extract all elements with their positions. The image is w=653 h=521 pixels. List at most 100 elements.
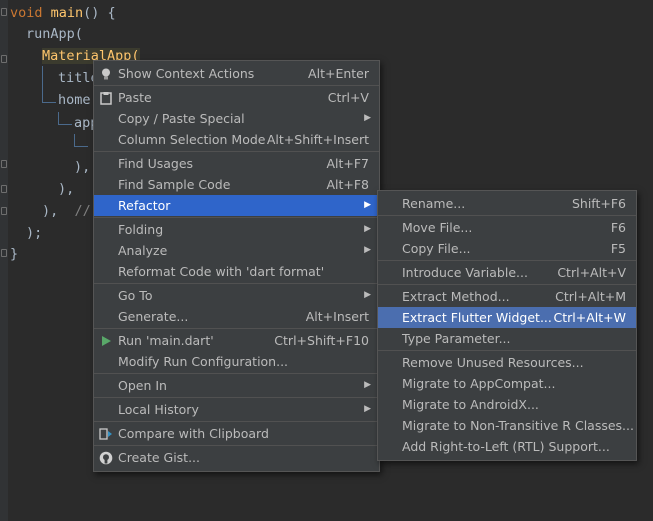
menu-item-modify-run-configuration[interactable]: Modify Run Configuration...	[94, 351, 379, 372]
menu-separator	[94, 328, 379, 329]
compare-icon	[99, 426, 113, 440]
menu-item-run-main-dart[interactable]: Run 'main.dart' Ctrl+Shift+F10	[94, 330, 379, 351]
menu-item-label: Analyze	[118, 243, 168, 258]
code-line: home	[58, 92, 91, 108]
menu-item-open-in[interactable]: Open In ▶	[94, 375, 379, 396]
menu-separator	[94, 85, 379, 86]
menu-item-folding[interactable]: Folding ▶	[94, 219, 379, 240]
submenu-arrow-icon: ▶	[364, 245, 371, 255]
lightbulb-icon	[99, 66, 113, 80]
menu-item-compare-with-clipboard[interactable]: Compare with Clipboard	[94, 423, 379, 444]
menu-item-label: Extract Flutter Widget...	[402, 310, 552, 325]
menu-item-label: Show Context Actions	[118, 66, 255, 81]
fold-marker-icon[interactable]	[1, 185, 7, 193]
menu-separator	[94, 151, 379, 152]
menu-item-shortcut: F5	[610, 241, 626, 256]
menu-item-label: Copy / Paste Special	[118, 111, 245, 126]
menu-item-shortcut: Alt+F7	[326, 156, 369, 171]
menu-separator	[378, 215, 636, 216]
submenu-arrow-icon: ▶	[364, 224, 371, 234]
menu-item-label: Introduce Variable...	[402, 265, 528, 280]
menu-item-extract-flutter-widget[interactable]: Extract Flutter Widget... Ctrl+Alt+W	[378, 307, 636, 328]
fold-marker-icon[interactable]	[1, 8, 7, 16]
code-line: runApp(	[26, 26, 83, 42]
menu-item-label: Refactor	[118, 198, 171, 213]
menu-item-migrate-to-androidx[interactable]: Migrate to AndroidX...	[378, 394, 636, 415]
menu-item-label: Migrate to Non-Transitive R Classes...	[402, 418, 634, 433]
code-keyword: void	[10, 5, 43, 21]
menu-item-shortcut: Ctrl+Alt+M	[555, 289, 626, 304]
menu-separator	[94, 217, 379, 218]
menu-item-column-selection-mode[interactable]: Column Selection Mode Alt+Shift+Insert	[94, 129, 379, 150]
menu-item-shortcut: Ctrl+V	[327, 90, 369, 105]
menu-item-show-context-actions[interactable]: Show Context Actions Alt+Enter	[94, 63, 379, 84]
menu-item-migrate-non-transitive-r[interactable]: Migrate to Non-Transitive R Classes...	[378, 415, 636, 436]
indent-guide	[42, 102, 56, 103]
menu-item-label: Add Right-to-Left (RTL) Support...	[402, 439, 610, 454]
editor-context-menu: Show Context Actions Alt+Enter Paste Ctr…	[93, 60, 380, 472]
menu-separator	[94, 373, 379, 374]
menu-item-label: Paste	[118, 90, 152, 105]
code-function-name: main	[50, 5, 84, 21]
menu-item-shortcut: Alt+Insert	[305, 309, 369, 324]
menu-item-generate[interactable]: Generate... Alt+Insert	[94, 306, 379, 327]
menu-item-find-usages[interactable]: Find Usages Alt+F7	[94, 153, 379, 174]
menu-item-label: Type Parameter...	[402, 331, 511, 346]
menu-item-introduce-variable[interactable]: Introduce Variable... Ctrl+Alt+V	[378, 262, 636, 283]
menu-item-label: Migrate to AndroidX...	[402, 397, 539, 412]
menu-item-label: Folding	[118, 222, 164, 237]
menu-item-analyze[interactable]: Analyze ▶	[94, 240, 379, 261]
fold-marker-icon[interactable]	[1, 207, 7, 215]
menu-item-label: Extract Method...	[402, 289, 510, 304]
menu-item-type-parameter[interactable]: Type Parameter...	[378, 328, 636, 349]
menu-item-shortcut: Alt+Enter	[308, 66, 369, 81]
menu-item-label: Column Selection Mode	[118, 132, 266, 147]
menu-item-shortcut: Ctrl+Alt+W	[553, 310, 626, 325]
code-text: () {	[83, 5, 116, 21]
indent-guide	[74, 146, 88, 147]
menu-item-shortcut: Alt+Shift+Insert	[266, 132, 369, 147]
menu-item-label: Reformat Code with 'dart format'	[118, 264, 325, 279]
clipboard-icon	[99, 90, 113, 105]
menu-item-local-history[interactable]: Local History ▶	[94, 399, 379, 420]
menu-item-copy-paste-special[interactable]: Copy / Paste Special ▶	[94, 108, 379, 129]
menu-item-label: Create Gist...	[118, 450, 201, 465]
fold-marker-icon[interactable]	[1, 160, 7, 168]
submenu-arrow-icon: ▶	[364, 380, 371, 390]
menu-item-find-sample-code[interactable]: Find Sample Code Alt+F8	[94, 174, 379, 195]
menu-item-extract-method[interactable]: Extract Method... Ctrl+Alt+M	[378, 286, 636, 307]
submenu-arrow-icon: ▶	[364, 200, 371, 210]
menu-item-label: Migrate to AppCompat...	[402, 376, 556, 391]
menu-item-label: Remove Unused Resources...	[402, 355, 584, 370]
menu-item-shortcut: F6	[610, 220, 626, 235]
menu-separator	[378, 260, 636, 261]
menu-item-refactor[interactable]: Refactor ▶	[94, 195, 379, 216]
indent-guide	[58, 112, 59, 124]
menu-item-go-to[interactable]: Go To ▶	[94, 285, 379, 306]
menu-item-reformat-code[interactable]: Reformat Code with 'dart format'	[94, 261, 379, 282]
menu-item-rename[interactable]: Rename... Shift+F6	[378, 193, 636, 214]
menu-item-copy-file[interactable]: Copy File... F5	[378, 238, 636, 259]
menu-item-label: Run 'main.dart'	[118, 333, 214, 348]
fold-marker-icon[interactable]	[1, 249, 7, 257]
menu-item-migrate-to-appcompat[interactable]: Migrate to AppCompat...	[378, 373, 636, 394]
code-line: ), //	[42, 201, 91, 222]
menu-item-label: Rename...	[402, 196, 466, 211]
menu-item-label: Open In	[118, 378, 167, 393]
menu-item-label: Find Sample Code	[118, 177, 231, 192]
menu-item-remove-unused-resources[interactable]: Remove Unused Resources...	[378, 352, 636, 373]
menu-item-paste[interactable]: Paste Ctrl+V	[94, 87, 379, 108]
submenu-arrow-icon: ▶	[364, 290, 371, 300]
menu-item-move-file[interactable]: Move File... F6	[378, 217, 636, 238]
code-comment: //	[74, 203, 91, 219]
submenu-arrow-icon: ▶	[364, 404, 371, 414]
menu-item-label: Go To	[118, 288, 153, 303]
menu-separator	[94, 421, 379, 422]
fold-marker-icon[interactable]	[1, 55, 7, 63]
menu-item-label: Find Usages	[118, 156, 194, 171]
menu-separator	[378, 350, 636, 351]
menu-item-create-gist[interactable]: Create Gist...	[94, 447, 379, 468]
indent-guide	[74, 134, 75, 146]
menu-item-add-rtl-support[interactable]: Add Right-to-Left (RTL) Support...	[378, 436, 636, 457]
menu-separator	[94, 283, 379, 284]
